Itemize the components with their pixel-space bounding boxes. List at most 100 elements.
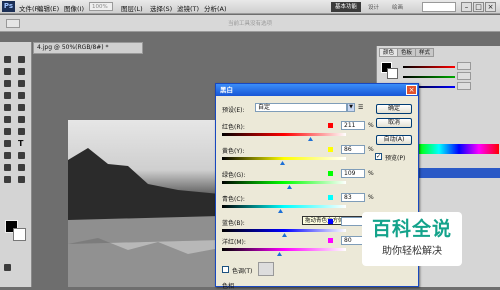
history-brush-icon[interactable]	[18, 104, 25, 111]
landscape-image	[68, 148, 220, 287]
menu-select[interactable]: 选择(S)	[150, 3, 172, 13]
color-row-label: 洋红(M):	[222, 239, 246, 246]
color-row-unit: %	[368, 194, 374, 201]
workspace-paint[interactable]: 绘画	[392, 3, 403, 11]
path-select-icon[interactable]	[4, 152, 11, 159]
green-channel-value[interactable]	[457, 72, 471, 80]
preset-menu-icon[interactable]: ☰	[358, 104, 363, 111]
color-row-slider[interactable]	[222, 205, 346, 208]
blue-channel-value[interactable]	[457, 82, 471, 90]
document-tab[interactable]: 4.jpg @ 50%(RGB/8#) *	[33, 42, 143, 54]
gradient-tool-icon[interactable]	[18, 116, 25, 123]
auto-button[interactable]: 自动(A)	[376, 135, 412, 145]
tint-label: 色调(T)	[232, 268, 253, 275]
close-icon[interactable]: ×	[485, 2, 496, 12]
tool-preset-icon[interactable]	[6, 19, 20, 28]
magic-wand-icon[interactable]	[18, 68, 25, 75]
color-row-slider-knob[interactable]	[282, 233, 287, 237]
tab-styles[interactable]: 样式	[415, 48, 435, 57]
shape-tool-icon[interactable]	[18, 152, 25, 159]
options-hint: 当前工具没有选项	[228, 21, 273, 27]
color-row-label: 青色(C):	[222, 196, 245, 203]
red-channel-slider[interactable]	[403, 66, 455, 68]
eraser-tool-icon[interactable]	[4, 116, 11, 123]
maximize-icon[interactable]: □	[473, 2, 484, 12]
options-bar: 当前工具没有选项	[0, 15, 500, 32]
hand-tool-icon[interactable]	[4, 176, 11, 183]
preset-label: 预设(E):	[222, 107, 245, 114]
menu-analysis[interactable]: 分析(A)	[204, 3, 227, 13]
color-row-value-input[interactable]: 211	[341, 121, 365, 130]
color-row-slider-knob[interactable]	[280, 161, 285, 165]
pen-tool-icon[interactable]	[4, 140, 11, 147]
color-row-swatch	[328, 171, 333, 176]
color-row-slider[interactable]	[222, 248, 346, 251]
workspace-basic-button[interactable]: 基本功能	[331, 2, 361, 12]
zoom-select[interactable]: 100%	[89, 2, 113, 11]
color-row-label: 绿色(G):	[222, 172, 246, 179]
color-row-slider-knob[interactable]	[277, 252, 282, 256]
toolbox: T	[0, 42, 32, 287]
menu-edit[interactable]: 编辑(E)	[37, 3, 59, 13]
quick-mask-icon[interactable]	[4, 264, 11, 271]
tab-swatches[interactable]: 色板	[397, 48, 417, 57]
color-row-slider-knob[interactable]	[278, 209, 283, 213]
color-row-slider[interactable]	[222, 229, 346, 232]
color-row-slider[interactable]	[222, 181, 346, 184]
document-canvas-image	[68, 120, 220, 287]
3d-orbit-icon[interactable]	[18, 164, 25, 171]
3d-rotate-icon[interactable]	[4, 164, 11, 171]
preset-dropdown-arrow-icon[interactable]: ▼	[347, 103, 355, 112]
preview-label: 预览(P)	[385, 155, 406, 162]
color-row-unit: %	[368, 146, 374, 153]
color-row-swatch	[328, 195, 333, 200]
cancel-button[interactable]: 取消	[376, 118, 412, 128]
color-row-slider-knob[interactable]	[308, 137, 313, 141]
healing-brush-icon[interactable]	[4, 92, 11, 99]
color-row-swatch	[328, 219, 333, 224]
tab-color[interactable]: 颜色	[379, 48, 399, 57]
dialog-close-icon[interactable]: ×	[406, 85, 417, 95]
search-field[interactable]	[422, 2, 456, 12]
dodge-tool-icon[interactable]	[18, 128, 25, 135]
color-row-value-input[interactable]: 109	[341, 169, 365, 178]
menu-filter[interactable]: 滤镜(T)	[177, 3, 199, 13]
minimize-icon[interactable]: –	[461, 2, 472, 12]
photoshop-logo: Ps	[2, 1, 15, 12]
preview-checkbox[interactable]: ✓	[375, 153, 382, 160]
dialog-title: 黑白	[216, 84, 418, 96]
ok-button[interactable]: 确定	[376, 104, 412, 114]
lasso-tool-icon[interactable]	[4, 68, 11, 75]
color-row-slider-knob[interactable]	[287, 185, 292, 189]
color-row-value-input[interactable]: 83	[341, 193, 365, 202]
panel-background-swatch[interactable]	[387, 68, 398, 79]
color-row-value-input[interactable]: 86	[341, 145, 365, 154]
watermark-logo: 百科全说 助你轻松解决	[362, 212, 462, 266]
brush-tool-icon[interactable]	[18, 92, 25, 99]
preset-select[interactable]: 自定	[255, 103, 347, 112]
eyedropper-icon[interactable]	[18, 80, 25, 87]
menu-bar: Ps 文件(F) 编辑(E) 图像(I) 100% 图层(L) 选择(S) 滤镜…	[0, 0, 500, 14]
color-row-label: 红色(R):	[222, 124, 245, 131]
tint-color-swatch[interactable]	[258, 262, 274, 276]
color-row-swatch	[328, 123, 333, 128]
zoom-tool-icon[interactable]	[18, 176, 25, 183]
workspace-design[interactable]: 设计	[368, 3, 379, 11]
menu-layer[interactable]: 图层(L)	[121, 3, 143, 13]
color-row-slider[interactable]	[222, 157, 346, 160]
tint-checkbox[interactable]	[222, 266, 229, 273]
red-channel-value[interactable]	[457, 62, 471, 70]
clone-stamp-icon[interactable]	[4, 104, 11, 111]
crop-tool-icon[interactable]	[4, 80, 11, 87]
hue-label: 色相	[222, 283, 235, 290]
background-color-swatch[interactable]	[13, 228, 26, 241]
color-row-label: 蓝色(B):	[222, 220, 245, 227]
blur-tool-icon[interactable]	[4, 128, 11, 135]
move-tool-icon[interactable]	[4, 56, 11, 63]
green-channel-slider[interactable]	[403, 76, 455, 78]
color-row-slider[interactable]	[222, 133, 346, 136]
menu-image[interactable]: 图像(I)	[64, 3, 84, 13]
color-row-swatch	[328, 147, 333, 152]
type-tool-icon[interactable]: T	[18, 140, 25, 148]
marquee-tool-icon[interactable]	[18, 56, 25, 63]
